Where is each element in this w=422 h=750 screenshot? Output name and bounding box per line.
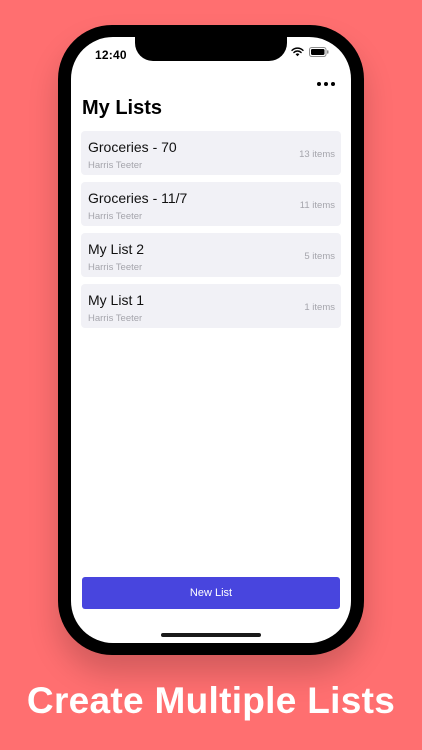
list-item-store: Harris Teeter [88,313,143,324]
status-icons [291,47,329,57]
list-item[interactable]: Groceries - 70 Harris Teeter 13 items [81,131,341,175]
list-item-count: 11 items [299,200,335,211]
battery-icon [309,47,329,57]
promo-caption: Create Multiple Lists [26,680,396,721]
list-item-name: My List 2 [88,241,145,257]
list-item-name: Groceries - 11/7 [88,190,188,206]
list-item-count: 13 items [299,149,335,160]
page-title: My Lists [82,97,163,119]
new-list-button[interactable]: New List [82,577,340,609]
more-horizontal-icon [324,82,328,86]
list-item-count: 1 items [304,302,335,313]
list-item-name: Groceries - 70 [88,139,177,155]
status-time: 12:40 [95,48,127,62]
more-options-button[interactable] [315,77,337,91]
lists-container: Groceries - 70 Harris Teeter 13 items Gr… [81,131,341,335]
wifi-icon [291,47,304,57]
app-screen: 12:40 My Lists Groceries - 70 Harris Tee… [71,37,351,643]
more-horizontal-icon [317,82,321,86]
list-item[interactable]: Groceries - 11/7 Harris Teeter 11 items [81,182,341,226]
more-horizontal-icon [331,82,335,86]
list-item-count: 5 items [304,251,335,262]
list-item-store: Harris Teeter [88,160,143,171]
list-item-name: My List 1 [88,292,145,308]
home-indicator [161,633,261,637]
list-item-store: Harris Teeter [88,211,143,222]
list-item[interactable]: My List 1 Harris Teeter 1 items [81,284,341,328]
notch [135,37,287,61]
list-item[interactable]: My List 2 Harris Teeter 5 items [81,233,341,277]
phone-frame: 12:40 My Lists Groceries - 70 Harris Tee… [58,25,364,655]
list-item-store: Harris Teeter [88,262,143,273]
